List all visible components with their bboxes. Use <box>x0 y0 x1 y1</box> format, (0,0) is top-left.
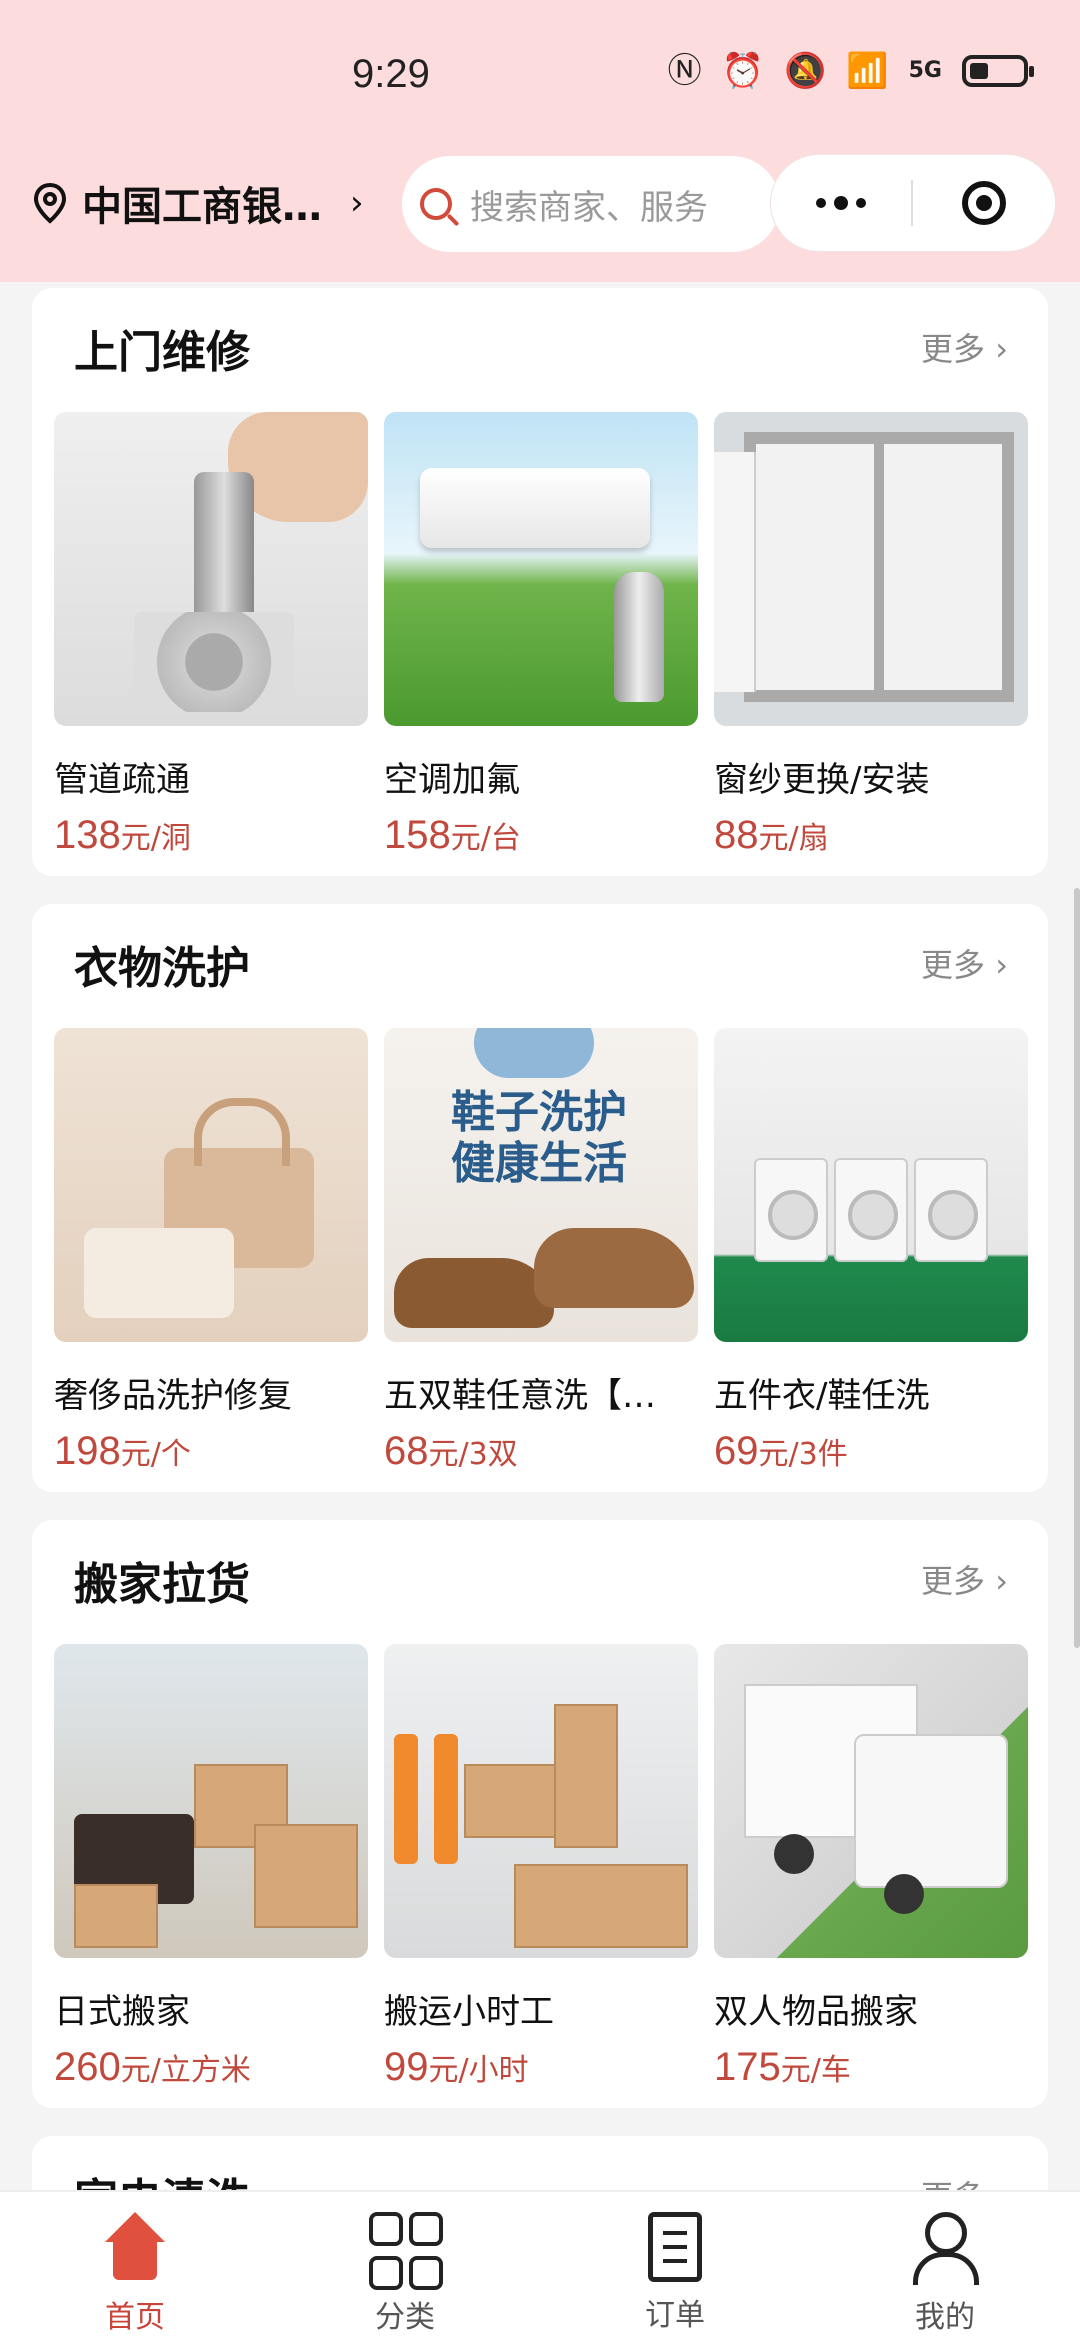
home-icon <box>99 2212 171 2284</box>
section-repair: 上门维修 更多 › 管道疏通 138 元/洞 空调加氟 158 元/台 窗纱更换/安… <box>32 288 1048 876</box>
service-price: 260 元/立方米 <box>54 2045 251 2089</box>
more-link[interactable]: 更多 › <box>921 1556 1008 1602</box>
scrollbar[interactable] <box>1074 888 1080 1648</box>
service-card[interactable]: 奢侈品洗护修复 198 元/个 <box>54 1028 368 1474</box>
service-price: 158 元/台 <box>384 813 521 857</box>
tab-category[interactable]: 分类 <box>270 2192 540 2342</box>
laundry-room-image <box>714 1028 1028 1342</box>
mute-icon: 🔕 <box>783 51 827 91</box>
chevron-right-icon: › <box>350 183 364 223</box>
service-card[interactable]: 双人物品搬家 175 元/车 <box>714 1644 1028 2090</box>
service-name: 五双鞋任意洗【… <box>384 1376 656 1416</box>
tab-orders[interactable]: 订单 <box>540 2192 810 2342</box>
service-name: 管道疏通 <box>54 760 190 800</box>
service-price: 69 元/3件 <box>714 1429 848 1473</box>
service-price: 99 元/小时 <box>384 2045 529 2089</box>
battery-icon <box>962 55 1034 87</box>
service-price: 138 元/洞 <box>54 813 191 857</box>
grid-icon <box>369 2212 443 2290</box>
moving-boxes-image <box>54 1644 368 1958</box>
service-price: 68 元/3双 <box>384 1429 518 1473</box>
more-link[interactable]: 更多 › <box>921 940 1008 986</box>
service-name: 日式搬家 <box>54 1992 190 2032</box>
bottom-tabbar: 首页 分类 订单 我的 <box>0 2190 1080 2342</box>
nfc-icon: Ⓝ <box>667 51 702 91</box>
target-icon <box>962 181 1006 225</box>
service-name: 五件衣/鞋任洗 <box>714 1376 930 1416</box>
pipe-dredging-image <box>54 412 368 726</box>
status-icons: Ⓝ ⏰ 🔕 📶 5G <box>667 51 1034 91</box>
service-card[interactable]: 搬运小时工 99 元/小时 <box>384 1644 698 2090</box>
service-card[interactable]: 窗纱更换/安装 88 元/扇 <box>714 412 1028 858</box>
user-icon <box>909 2212 981 2285</box>
section-title: 搬家拉货 <box>74 1559 250 1610</box>
alarm-icon: ⏰ <box>721 51 764 91</box>
tab-label: 我的 <box>915 2300 975 2335</box>
top-header: 9:29 Ⓝ ⏰ 🔕 📶 5G 中国工商银… › 搜索商家、服务 <box>0 0 1080 282</box>
status-time: 9:29 <box>352 52 430 96</box>
service-name: 奢侈品洗护修复 <box>54 1376 292 1416</box>
service-name: 空调加氟 <box>384 760 520 800</box>
workers-image <box>384 1644 698 1958</box>
tab-label: 分类 <box>375 2300 435 2335</box>
search-placeholder: 搜索商家、服务 <box>470 187 708 228</box>
service-card[interactable]: 管道疏通 138 元/洞 <box>54 412 368 858</box>
search-input[interactable]: 搜索商家、服务 <box>402 156 780 252</box>
service-card[interactable]: 日式搬家 260 元/立方米 <box>54 1644 368 2090</box>
luxury-bag-image <box>54 1028 368 1342</box>
service-name: 双人物品搬家 <box>714 1992 918 2032</box>
section-moving: 搬家拉货 更多 › 日式搬家 260 元/立方米 搬运小时工 99 元/小时 双… <box>32 1520 1048 2108</box>
service-name: 窗纱更换/安装 <box>714 760 930 800</box>
network-label: 5G <box>908 58 942 83</box>
tab-label: 订单 <box>645 2298 705 2333</box>
close-miniprogram-button[interactable] <box>913 181 1055 225</box>
service-price: 175 元/车 <box>714 2045 851 2089</box>
service-card[interactable]: 五件衣/鞋任洗 69 元/3件 <box>714 1028 1028 1474</box>
service-card[interactable]: 空调加氟 158 元/台 <box>384 412 698 858</box>
section-title: 衣物洗护 <box>74 943 250 994</box>
tab-home[interactable]: 首页 <box>0 2192 270 2342</box>
window-screen-image <box>714 412 1028 726</box>
shoe-care-image: 鞋子洗护 健康生活 <box>384 1028 698 1342</box>
search-icon <box>420 188 452 220</box>
location-pin-icon <box>33 182 67 224</box>
tab-label: 首页 <box>105 2300 165 2335</box>
order-icon <box>648 2212 702 2282</box>
service-price: 88 元/扇 <box>714 813 829 857</box>
truck-image <box>714 1644 1028 1958</box>
wifi-icon: 📶 <box>846 51 889 91</box>
shoe-banner-text: 鞋子洗护 健康生活 <box>451 1087 627 1189</box>
more-menu-button[interactable] <box>771 196 911 210</box>
section-laundry: 衣物洗护 更多 › 奢侈品洗护修复 198 元/个 鞋子洗护 健康生活 五双鞋任意… <box>32 904 1048 1492</box>
miniprogram-capsule <box>770 154 1056 252</box>
ac-image <box>384 412 698 726</box>
tab-profile[interactable]: 我的 <box>810 2192 1080 2342</box>
location-selector[interactable]: 中国工商银… › <box>32 174 364 232</box>
service-card[interactable]: 鞋子洗护 健康生活 五双鞋任意洗【… 68 元/3双 <box>384 1028 698 1474</box>
location-text: 中国工商银… <box>82 184 322 230</box>
more-link[interactable]: 更多 › <box>921 324 1008 370</box>
section-title: 上门维修 <box>74 327 250 378</box>
service-name: 搬运小时工 <box>384 1992 554 2032</box>
service-price: 198 元/个 <box>54 1429 191 1473</box>
